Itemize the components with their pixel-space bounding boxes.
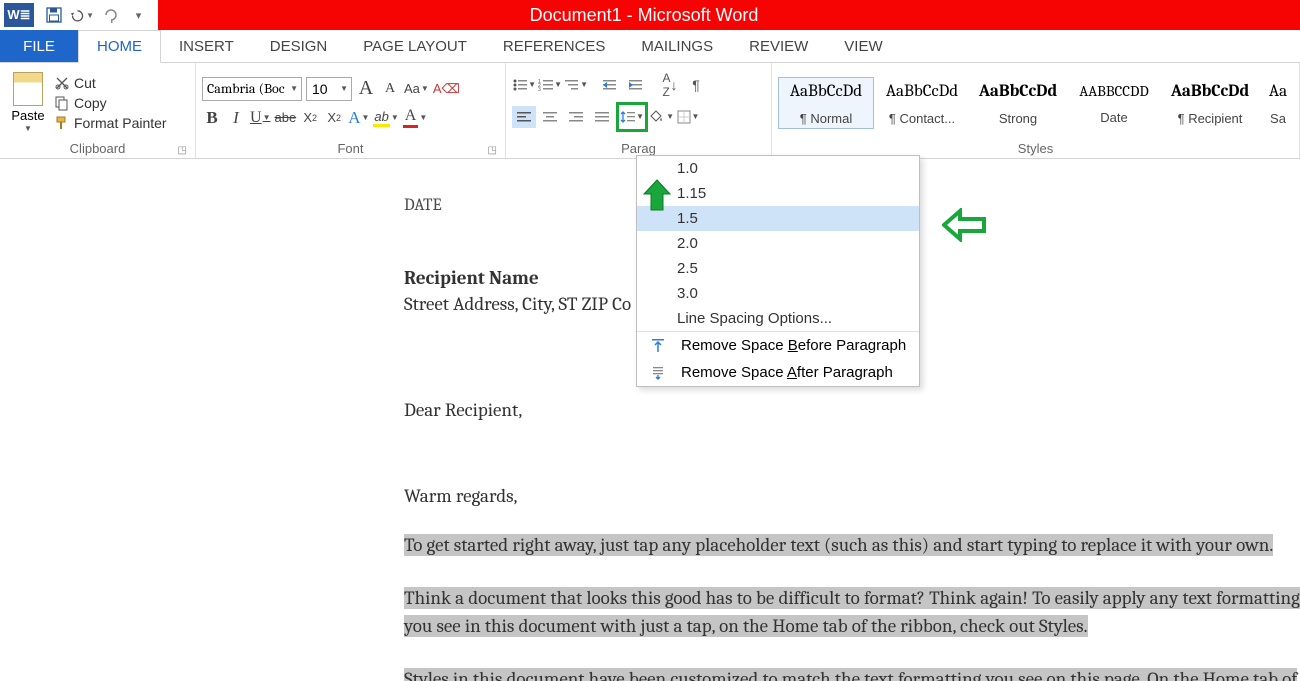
numbering-button[interactable]: 123▼ — [538, 74, 562, 96]
line-spacing-button[interactable]: ▼ — [616, 102, 648, 132]
tab-review[interactable]: REVIEW — [731, 30, 826, 62]
line-spacing-options[interactable]: Line Spacing Options... — [637, 306, 919, 331]
strikethrough-button[interactable]: abe — [274, 107, 296, 129]
copy-button[interactable]: Copy — [54, 95, 167, 111]
font-color-button[interactable]: A▼ — [403, 107, 427, 129]
styles-gallery[interactable]: AaBbCcDd ¶ Normal AaBbCcDd ¶ Contact... … — [778, 77, 1298, 129]
clear-formatting-button[interactable]: A⌫ — [433, 78, 460, 100]
tab-page-layout[interactable]: PAGE LAYOUT — [345, 30, 485, 62]
subscript-button[interactable]: X2 — [300, 107, 320, 129]
superscript-button[interactable]: X2 — [324, 107, 344, 129]
clipboard-icon — [13, 72, 43, 106]
group-font: Cambria (Boc▼ 10▼ A A Aa▼ A⌫ B I U▼ abe … — [196, 63, 506, 158]
doc-salutation[interactable]: Dear Recipient, — [404, 399, 1300, 421]
line-spacing-1-0[interactable]: 1.0 — [637, 156, 919, 181]
line-spacing-menu: 1.0 1.15 1.5 2.0 2.5 3.0 Line Spacing Op… — [636, 155, 920, 387]
font-group-label: Font ◳ — [202, 140, 499, 158]
grow-font-button[interactable]: A — [356, 78, 376, 100]
doc-paragraph-1[interactable]: To get started right away, just tap any … — [404, 531, 1300, 560]
align-center-button[interactable] — [538, 106, 562, 128]
decrease-indent-button[interactable] — [598, 74, 622, 96]
align-left-button[interactable] — [512, 106, 536, 128]
annotation-arrow-left-icon — [942, 208, 986, 242]
line-spacing-3-0[interactable]: 3.0 — [637, 281, 919, 306]
bold-button[interactable]: B — [202, 107, 222, 129]
font-name-combo[interactable]: Cambria (Boc▼ — [202, 77, 302, 101]
paste-dropdown-icon[interactable]: ▼ — [24, 124, 32, 133]
group-paragraph: ▼ 123▼ ▼ AZ↓ ¶ ▼ — [506, 63, 772, 158]
bullets-button[interactable]: ▼ — [512, 74, 536, 96]
format-painter-label: Format Painter — [74, 115, 167, 131]
clipboard-dialog-launcher-icon[interactable]: ◳ — [178, 145, 187, 156]
style-strong[interactable]: AaBbCcDd Strong — [970, 77, 1066, 129]
style-contact[interactable]: AaBbCcDd ¶ Contact... — [874, 77, 970, 129]
svg-text:3: 3 — [538, 87, 541, 92]
word-app-icon: W≣ — [4, 3, 34, 27]
line-spacing-2-0[interactable]: 2.0 — [637, 231, 919, 256]
remove-space-before-icon — [647, 338, 669, 354]
quick-access-toolbar: W≣ ▼ ▾ — [0, 0, 158, 30]
show-hide-marks-button[interactable]: ¶ — [684, 74, 708, 96]
remove-space-after-icon — [647, 365, 669, 381]
font-dialog-launcher-icon[interactable]: ◳ — [488, 145, 497, 156]
font-size-combo[interactable]: 10▼ — [306, 77, 352, 101]
tab-home[interactable]: HOME — [78, 30, 161, 63]
line-spacing-1-15[interactable]: 1.15 — [637, 181, 919, 206]
underline-button[interactable]: U▼ — [250, 107, 270, 129]
title-bar: W≣ ▼ ▾ Document1 - Microsoft Word — [0, 0, 1300, 30]
redo-icon[interactable] — [98, 3, 122, 27]
sort-button[interactable]: AZ↓ — [658, 74, 682, 96]
tab-design[interactable]: DESIGN — [252, 30, 346, 62]
customize-qat-icon[interactable]: ▾ — [126, 3, 150, 27]
window-title: Document1 - Microsoft Word — [158, 5, 1130, 26]
remove-space-before[interactable]: Remove Space Before Paragraph — [637, 332, 919, 359]
cut-button[interactable]: Cut — [54, 75, 167, 91]
increase-indent-button[interactable] — [624, 74, 648, 96]
group-clipboard: Paste ▼ Cut Copy Format Painter Clipbo — [0, 63, 196, 158]
line-spacing-2-5[interactable]: 2.5 — [637, 256, 919, 281]
doc-closing[interactable]: Warm regards, — [404, 485, 1300, 507]
tab-insert[interactable]: INSERT — [161, 30, 252, 62]
file-tab[interactable]: FILE — [0, 30, 78, 62]
group-styles: AaBbCcDd ¶ Normal AaBbCcDd ¶ Contact... … — [772, 63, 1300, 158]
shading-button[interactable]: ▼ — [650, 106, 674, 128]
remove-space-after[interactable]: Remove Space After Paragraph — [637, 359, 919, 386]
undo-icon[interactable]: ▼ — [70, 3, 94, 27]
line-spacing-1-5[interactable]: 1.5 — [637, 206, 919, 231]
justify-button[interactable] — [590, 106, 614, 128]
cut-label: Cut — [74, 75, 96, 91]
tab-view[interactable]: VIEW — [826, 30, 900, 62]
clipboard-group-label: Clipboard ◳ — [6, 140, 189, 158]
align-right-button[interactable] — [564, 106, 588, 128]
paste-label: Paste — [11, 108, 44, 123]
doc-paragraph-2[interactable]: Think a document that looks this good ha… — [404, 584, 1300, 641]
ribbon-tabs: FILE HOME INSERT DESIGN PAGE LAYOUT REFE… — [0, 30, 1300, 63]
copy-label: Copy — [74, 95, 107, 111]
doc-paragraph-3[interactable]: Styles in this document have been custom… — [404, 665, 1300, 681]
save-icon[interactable] — [42, 3, 66, 27]
borders-button[interactable]: ▼ — [676, 106, 700, 128]
italic-button[interactable]: I — [226, 107, 246, 129]
paste-button[interactable]: Paste ▼ — [6, 72, 50, 133]
format-painter-button[interactable]: Format Painter — [54, 115, 167, 131]
shrink-font-button[interactable]: A — [380, 78, 400, 100]
text-effects-button[interactable]: A▼ — [348, 107, 369, 129]
style-date[interactable]: AABBCCDD Date — [1066, 77, 1162, 128]
tab-references[interactable]: REFERENCES — [485, 30, 624, 62]
style-recipient[interactable]: AaBbCcDd ¶ Recipient — [1162, 77, 1258, 129]
ribbon: Paste ▼ Cut Copy Format Painter Clipbo — [0, 63, 1300, 159]
multilevel-list-button[interactable]: ▼ — [564, 74, 588, 96]
change-case-button[interactable]: Aa▼ — [404, 78, 429, 100]
style-more[interactable]: Aa Sa — [1258, 77, 1298, 129]
annotation-arrow-up-icon — [642, 178, 672, 212]
style-normal[interactable]: AaBbCcDd ¶ Normal — [778, 77, 874, 129]
tab-mailings[interactable]: MAILINGS — [623, 30, 731, 62]
highlight-color-button[interactable]: ab▼ — [373, 107, 398, 129]
